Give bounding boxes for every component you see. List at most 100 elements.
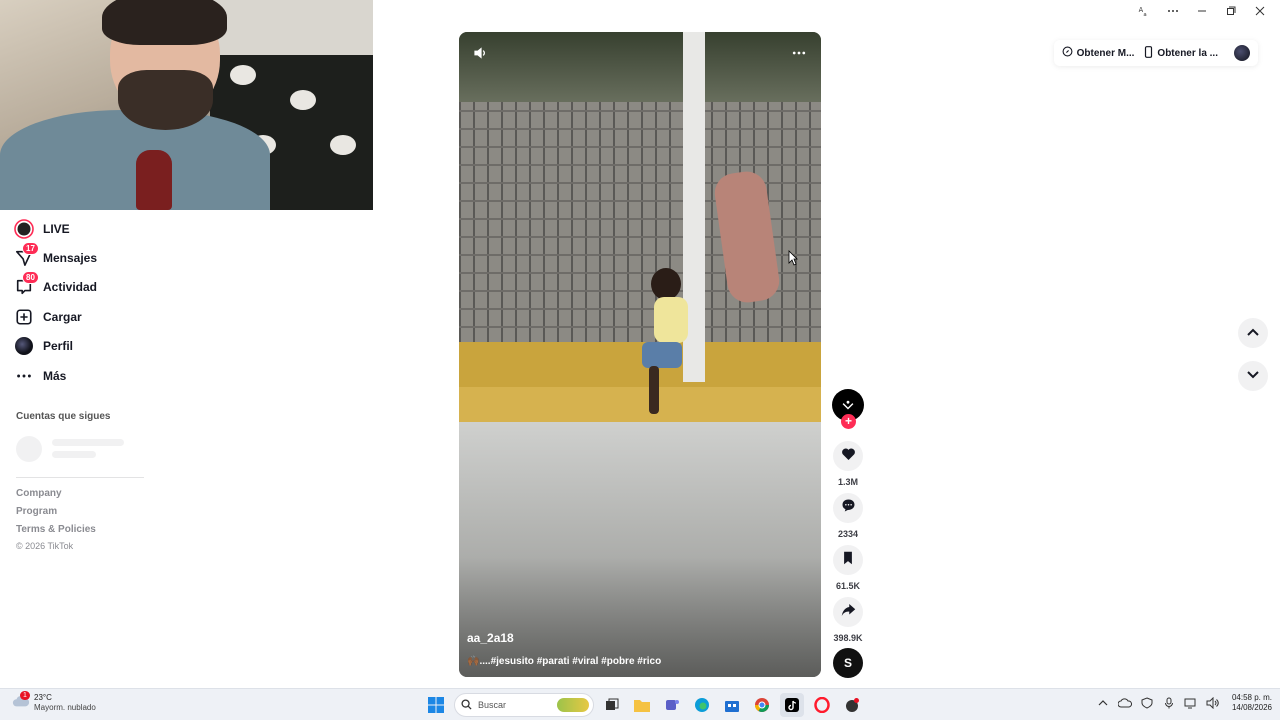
task-view-icon[interactable] (600, 693, 624, 717)
following-skeleton-line (52, 451, 96, 458)
video-author[interactable]: aa_2a18 (467, 631, 514, 645)
sidebar-item-messages[interactable]: 17 Mensajes (14, 242, 144, 270)
webcam-person-hair (102, 0, 227, 45)
taskbar-search[interactable]: Buscar (454, 693, 594, 717)
windows-taskbar: 1 23°C Mayorm. nublado Buscar 04:58 p. m… (0, 688, 1280, 720)
get-coins-label: Obtener M... (1076, 47, 1135, 59)
following-title: Cuentas que sigues (16, 411, 111, 422)
chevron-up-icon (1246, 324, 1260, 342)
search-highlight-icon (557, 698, 589, 712)
sidebar-item-activity[interactable]: 80 Actividad (14, 271, 144, 299)
svg-text:a: a (1143, 12, 1146, 17)
messages-badge: 17 (22, 242, 39, 255)
chevron-up-icon[interactable] (1096, 696, 1110, 710)
clock-date: 14/08/2026 (1231, 703, 1272, 712)
restore-icon[interactable] (1216, 3, 1245, 19)
footer-company-link[interactable]: Company (16, 488, 62, 499)
video-more-icon[interactable] (791, 46, 807, 64)
share-button[interactable] (833, 597, 863, 627)
weather-widget[interactable]: 1 23°C Mayorm. nublado (12, 690, 96, 713)
minimize-icon[interactable] (1187, 3, 1216, 19)
video-scene-trees (459, 32, 821, 112)
onedrive-icon[interactable] (1117, 696, 1132, 710)
tiktok-icon[interactable] (780, 693, 804, 717)
sidebar-divider (16, 477, 144, 478)
taskbar-clock[interactable]: 04:58 p. m. 14/08/2026 (1232, 693, 1272, 713)
weather-alert-badge: 1 (20, 690, 30, 700)
video-scene-curb-top (459, 387, 821, 427)
footer-program-link[interactable]: Program (16, 506, 57, 517)
sidebar-item-live[interactable]: LIVE (14, 217, 144, 241)
footer-copyright: © 2026 TikTok (16, 541, 74, 551)
video-caption: 🙌🏾....#jesusito #parati #viral #pobre #r… (467, 656, 662, 667)
edge-icon[interactable] (690, 693, 714, 717)
taskbar-apps: Buscar (424, 693, 864, 717)
footer-terms-link[interactable]: Terms & Policies (16, 524, 96, 535)
webcam-person-shirt (0, 110, 270, 210)
security-icon[interactable] (1140, 696, 1154, 710)
translate-icon[interactable]: Aa (1129, 3, 1158, 19)
video-scene-child-leg (649, 366, 659, 414)
weather-temp: 23°C (34, 693, 52, 702)
sidebar-item-label: Actividad (43, 280, 98, 294)
bookmark-icon (842, 551, 854, 570)
video-scene-child-head (651, 268, 681, 300)
profile-icon (14, 336, 34, 356)
follow-plus-button[interactable]: + (841, 414, 856, 429)
activity-badge: 80 (22, 271, 39, 284)
sidebar-item-label: Mensajes (43, 251, 98, 265)
more-icon (14, 366, 34, 386)
video-scene-child-shorts (642, 342, 682, 368)
get-app-button[interactable]: Obtener la ... (1144, 45, 1218, 61)
like-button[interactable] (833, 441, 863, 471)
store-icon[interactable] (720, 693, 744, 717)
comment-icon (841, 498, 856, 518)
chrome-icon[interactable] (750, 693, 774, 717)
sidebar-item-label: LIVE (43, 222, 70, 236)
share-icon (841, 603, 856, 622)
network-icon[interactable] (1184, 696, 1198, 710)
sidebar-item-upload[interactable]: Cargar (14, 305, 144, 329)
like-count: 1.3M (837, 477, 858, 487)
phone-icon (1144, 45, 1153, 61)
video-player[interactable]: aa_2a18 🙌🏾....#jesusito #parati #viral #… (459, 32, 821, 677)
get-coins-button[interactable]: Obtener M... (1062, 46, 1135, 60)
save-button[interactable] (833, 545, 863, 575)
teams-icon[interactable] (660, 693, 684, 717)
volume-tray-icon[interactable] (1206, 696, 1220, 710)
opera-icon[interactable] (810, 693, 834, 717)
next-video-button[interactable] (1238, 361, 1268, 391)
comment-button[interactable] (833, 493, 863, 523)
search-placeholder: Buscar (478, 700, 507, 710)
browser-menu-icon[interactable] (1158, 3, 1187, 19)
search-icon (461, 698, 472, 712)
webcam-microphone (136, 150, 172, 210)
window-controls: Aa (1129, 3, 1274, 19)
save-count: 61.5K (835, 581, 861, 591)
share-count: 398.9K (833, 633, 863, 643)
following-skeleton-avatar (16, 436, 42, 462)
close-icon[interactable] (1245, 3, 1274, 19)
activity-icon: 80 (14, 271, 39, 297)
sound-disc-button[interactable]: S (833, 648, 863, 678)
microphone-icon[interactable] (1162, 696, 1176, 710)
compass-icon (1062, 46, 1073, 60)
previous-video-button[interactable] (1238, 318, 1268, 348)
clock-time: 04:58 p. m. (1231, 693, 1272, 702)
video-scene-child-body (654, 297, 688, 343)
file-explorer-icon[interactable] (630, 693, 654, 717)
sound-disc-letter: S (843, 656, 852, 670)
sidebar-item-label: Más (43, 369, 67, 383)
header-avatar[interactable] (1234, 45, 1250, 61)
chevron-down-icon (1246, 367, 1260, 385)
sidebar-item-profile[interactable]: Perfil (14, 334, 144, 358)
heart-icon (841, 447, 856, 466)
app-with-badge-icon[interactable] (840, 693, 864, 717)
windows-start-icon[interactable] (424, 693, 448, 717)
sidebar-item-more[interactable]: Más (14, 364, 144, 388)
sidebar-item-label: Cargar (43, 310, 82, 324)
mouse-cursor-icon (788, 250, 798, 271)
webcam-person-beard (118, 70, 213, 130)
volume-icon[interactable] (472, 45, 488, 66)
upload-icon (14, 307, 34, 327)
